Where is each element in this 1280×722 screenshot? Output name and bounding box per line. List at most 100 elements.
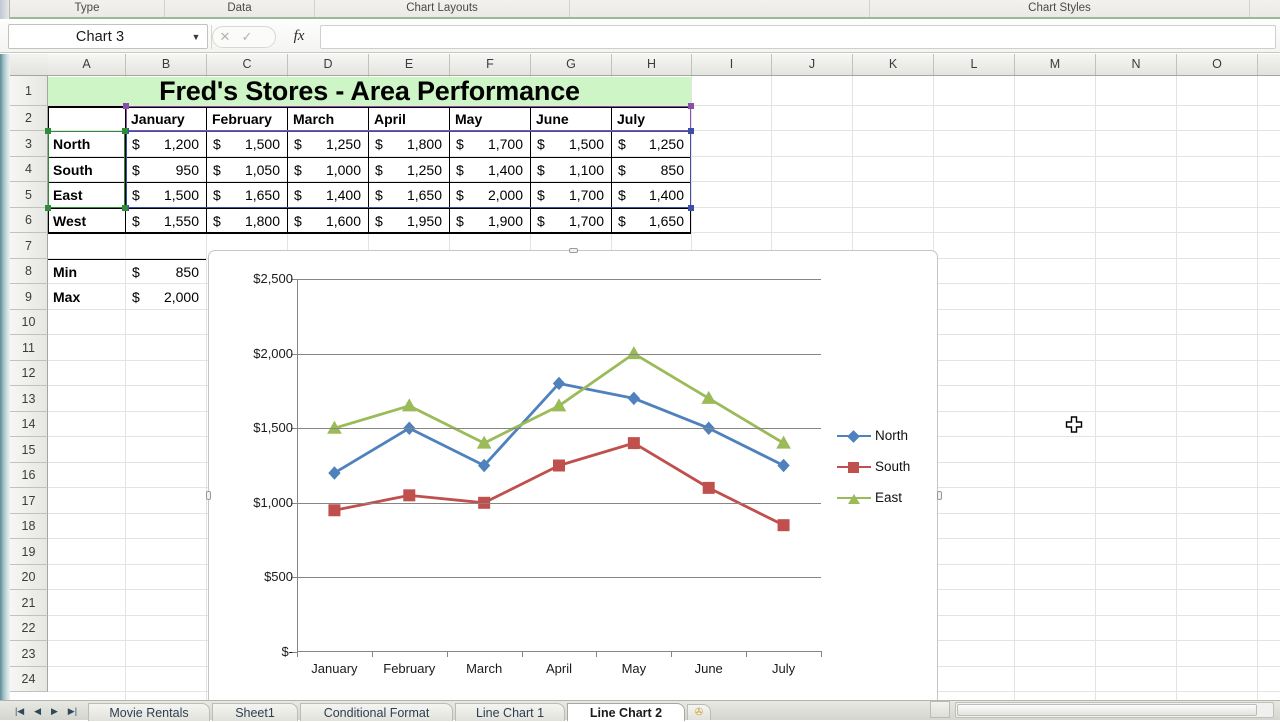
stat-label-max[interactable]: Max <box>48 285 125 309</box>
row-header-2[interactable]: 2 <box>10 106 48 131</box>
row-header-8[interactable]: 8 <box>10 259 48 284</box>
insert-function-icon[interactable]: fx <box>288 26 310 47</box>
sheet-nav-button-3[interactable]: ▶| <box>68 706 77 717</box>
cell-H4[interactable]: $850 <box>612 158 691 181</box>
cell-B5[interactable]: $1,500 <box>126 183 206 207</box>
cell-F4[interactable]: $1,400 <box>450 158 530 181</box>
sheet-tab-movie-rentals[interactable]: Movie Rentals <box>88 703 210 721</box>
data-point-south-july[interactable] <box>777 519 790 532</box>
data-point-north-may[interactable] <box>627 391 641 406</box>
cell-C3[interactable]: $1,500 <box>207 132 287 156</box>
cell-E3[interactable]: $1,800 <box>369 132 449 156</box>
chart-object[interactable]: $- $500 $1,000 $1,500 $2,000 $2,500 January Feb… <box>206 248 942 700</box>
column-header-L[interactable]: L <box>934 54 1015 75</box>
formula-input[interactable] <box>320 25 1276 49</box>
cell-H3[interactable]: $1,250 <box>612 132 691 156</box>
cell-F5[interactable]: $2,000 <box>450 183 530 207</box>
enter-icon[interactable]: ✓ <box>236 26 258 47</box>
column-header-N[interactable]: N <box>1096 54 1177 75</box>
insert-worksheet-icon[interactable]: ✇ <box>687 704 711 720</box>
row-header-9[interactable]: 9 <box>10 284 48 310</box>
data-point-south-january[interactable] <box>328 504 341 517</box>
row-header-21[interactable]: 21 <box>10 590 48 616</box>
cell-G4[interactable]: $1,100 <box>531 158 611 181</box>
cell-H5[interactable]: $1,400 <box>612 183 691 207</box>
chart-resize-handle-middle-left[interactable] <box>206 491 211 500</box>
row-label-west[interactable]: West <box>48 209 125 232</box>
stat-value-max[interactable]: $2,000 <box>126 285 206 309</box>
row-header-13[interactable]: 13 <box>10 386 48 412</box>
cell-H6[interactable]: $1,650 <box>612 209 691 232</box>
split-handle[interactable] <box>930 701 950 718</box>
data-point-east-february[interactable] <box>401 398 417 412</box>
column-label-march[interactable]: March <box>288 107 368 130</box>
row-header-11[interactable]: 11 <box>10 335 48 361</box>
column-header-E[interactable]: E <box>369 54 450 75</box>
range-handle[interactable] <box>45 205 51 211</box>
sheet-tab-sheet1[interactable]: Sheet1 <box>212 703 298 721</box>
column-header-M[interactable]: M <box>1015 54 1096 75</box>
row-label-north[interactable]: North <box>48 132 125 156</box>
sheet-nav-button-2[interactable]: ▶ <box>51 706 58 717</box>
cell-D3[interactable]: $1,250 <box>288 132 368 156</box>
horizontal-scrollbar-thumb[interactable] <box>957 704 1257 716</box>
data-point-south-february[interactable] <box>403 489 416 502</box>
data-point-north-july[interactable] <box>777 458 790 473</box>
stat-label-min[interactable]: Min <box>48 260 125 283</box>
cell-D4[interactable]: $1,000 <box>288 158 368 181</box>
cell-F3[interactable]: $1,700 <box>450 132 530 156</box>
column-header-A[interactable]: A <box>48 54 126 75</box>
cell-D6[interactable]: $1,600 <box>288 209 368 232</box>
row-header-23[interactable]: 23 <box>10 641 48 667</box>
row-header-12[interactable]: 12 <box>10 361 48 386</box>
cell-G3[interactable]: $1,500 <box>531 132 611 156</box>
chart-legend[interactable]: North South East <box>837 420 937 513</box>
range-handle[interactable] <box>123 103 129 109</box>
row-header-4[interactable]: 4 <box>10 157 48 182</box>
row-header-22[interactable]: 22 <box>10 616 48 641</box>
range-handle[interactable] <box>45 128 51 134</box>
stat-value-min[interactable]: $850 <box>126 260 206 283</box>
cell-B3[interactable]: $1,200 <box>126 132 206 156</box>
row-header-16[interactable]: 16 <box>10 463 48 488</box>
cell-C6[interactable]: $1,800 <box>207 209 287 232</box>
sheet-tab-line-chart-1[interactable]: Line Chart 1 <box>455 703 565 721</box>
row-header-17[interactable]: 17 <box>10 488 48 514</box>
data-point-north-january[interactable] <box>328 466 341 480</box>
range-handle[interactable] <box>122 205 128 211</box>
column-header-G[interactable]: G <box>531 54 612 75</box>
horizontal-scrollbar[interactable] <box>955 702 1274 718</box>
legend-item-south[interactable]: South <box>837 451 937 482</box>
chevron-down-icon[interactable]: ▼ <box>185 32 207 42</box>
row-label-south[interactable]: South <box>48 158 125 181</box>
row-header-3[interactable]: 3 <box>10 131 48 157</box>
cell-G5[interactable]: $1,700 <box>531 183 611 207</box>
sheet-tab-conditional-format[interactable]: Conditional Format <box>300 703 453 721</box>
column-label-january[interactable]: January <box>126 107 206 130</box>
chart-resize-handle-top-center[interactable] <box>569 248 578 253</box>
legend-item-north[interactable]: North <box>837 420 937 451</box>
row-header-5[interactable]: 5 <box>10 182 48 208</box>
column-label-june[interactable]: June <box>531 107 611 130</box>
data-point-east-july[interactable] <box>776 435 791 449</box>
column-label-july[interactable]: July <box>612 107 691 130</box>
column-label-may[interactable]: May <box>450 107 530 130</box>
column-header-B[interactable]: B <box>126 54 207 75</box>
row-header-15[interactable]: 15 <box>10 437 48 463</box>
sheet-nav-button-0[interactable]: |◀ <box>15 706 24 717</box>
data-point-south-april[interactable] <box>553 459 565 472</box>
cell-F6[interactable]: $1,900 <box>450 209 530 232</box>
row-header-18[interactable]: 18 <box>10 514 48 539</box>
chart-resize-handle-middle-right[interactable] <box>937 491 942 500</box>
page-title[interactable]: Fred's Stores - Area Performance <box>48 76 691 106</box>
row-header-20[interactable]: 20 <box>10 565 48 590</box>
cell-G6[interactable]: $1,700 <box>531 209 611 232</box>
cancel-icon[interactable]: ✕ <box>214 26 236 47</box>
column-header-D[interactable]: D <box>288 54 369 75</box>
row-label-east[interactable]: East <box>48 183 125 207</box>
data-point-south-may[interactable] <box>627 437 640 450</box>
range-handle[interactable] <box>122 128 128 134</box>
column-header-F[interactable]: F <box>450 54 531 75</box>
data-point-south-june[interactable] <box>702 481 715 494</box>
cell-B4[interactable]: $950 <box>126 158 206 181</box>
